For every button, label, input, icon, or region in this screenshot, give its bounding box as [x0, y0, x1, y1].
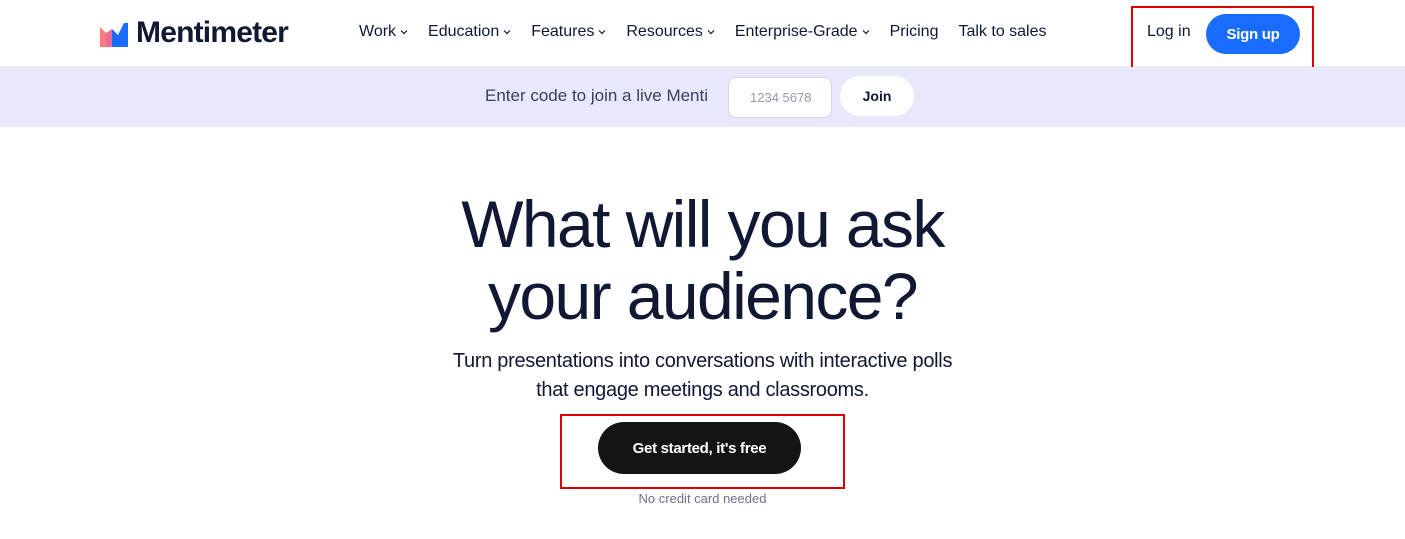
- hero-subtitle-line: Turn presentations into conversations wi…: [452, 350, 953, 372]
- chevron-down-icon: [400, 30, 408, 35]
- menu-label: Features: [531, 23, 595, 40]
- menu-label: Resources: [626, 23, 703, 40]
- hero-title-line: your audience?: [488, 259, 919, 333]
- get-started-button[interactable]: Get started, it's free: [598, 422, 801, 474]
- signup-button[interactable]: Sign up: [1206, 14, 1300, 54]
- hero-subtitle: Turn presentations into conversations wi…: [0, 347, 1405, 405]
- menu-label: Talk to sales: [958, 23, 1047, 40]
- menu-pricing[interactable]: Pricing: [890, 23, 939, 41]
- menu-label: Pricing: [889, 23, 939, 40]
- join-button[interactable]: Join: [840, 76, 914, 116]
- chevron-down-icon: [707, 30, 715, 35]
- chevron-down-icon: [598, 30, 606, 35]
- mentimeter-logo[interactable]: Mentimeter: [100, 16, 289, 49]
- menu-features[interactable]: Features: [531, 23, 606, 41]
- menu-education[interactable]: Education: [428, 23, 511, 41]
- menu-label: Enterprise-Grade: [734, 23, 858, 40]
- brand-name: Mentimeter: [136, 16, 289, 49]
- hero-title: What will you ask your audience?: [0, 188, 1405, 332]
- login-link[interactable]: Log in: [1147, 23, 1191, 41]
- chevron-down-icon: [503, 30, 511, 35]
- hero-subtitle-line: that engage meetings and classrooms.: [536, 379, 869, 401]
- menu-enterprise-grade[interactable]: Enterprise-Grade: [735, 23, 870, 41]
- join-code-input[interactable]: [728, 77, 832, 118]
- main-menu: Work Education Features Resources Enterp…: [359, 23, 1067, 41]
- menu-resources[interactable]: Resources: [626, 23, 715, 41]
- menu-talk-to-sales[interactable]: Talk to sales: [958, 23, 1046, 41]
- no-credit-card-note: No credit card needed: [638, 491, 767, 506]
- chevron-down-icon: [862, 30, 869, 35]
- menu-work[interactable]: Work: [359, 23, 408, 41]
- join-code-label: Enter code to join a live Menti: [485, 86, 709, 105]
- menu-label: Work: [359, 23, 397, 40]
- mentimeter-logo-icon: [100, 23, 128, 47]
- menu-label: Education: [428, 23, 500, 40]
- hero-title-line: What will you ask: [461, 187, 945, 261]
